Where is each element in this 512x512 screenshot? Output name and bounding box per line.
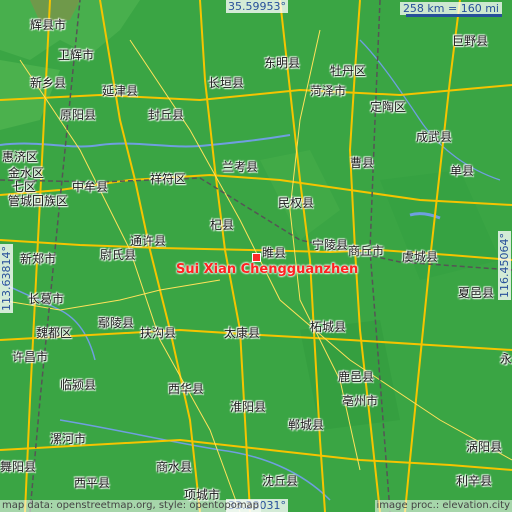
- left-longitude-label: 113.63814°: [0, 244, 13, 313]
- attribution-left: map data: openstreetmap.org, style: open…: [0, 500, 262, 512]
- place-label[interactable]: 管城回族区: [8, 194, 68, 208]
- place-label[interactable]: 西平县: [74, 476, 110, 490]
- place-label[interactable]: 魏都区: [36, 326, 72, 340]
- place-label[interactable]: 太康县: [224, 326, 260, 340]
- place-label[interactable]: 东明县: [264, 56, 300, 70]
- place-label[interactable]: 通许县: [130, 234, 166, 248]
- place-label[interactable]: 漯河市: [50, 432, 86, 446]
- place-label[interactable]: 兰考县: [222, 160, 258, 174]
- place-label[interactable]: 永: [500, 352, 512, 366]
- place-label[interactable]: 牡丹区: [330, 64, 366, 78]
- place-label[interactable]: 商水县: [156, 460, 192, 474]
- location-label[interactable]: Sui Xian Chengguanzhen: [176, 262, 358, 277]
- place-label[interactable]: 涡阳县: [466, 440, 502, 454]
- place-label[interactable]: 定陶区: [370, 100, 406, 114]
- place-label[interactable]: 柘城县: [310, 320, 346, 334]
- place-label[interactable]: 许昌市: [12, 350, 48, 364]
- top-latitude-label: 35.59953°: [226, 0, 288, 13]
- place-label[interactable]: 宁陵县: [312, 238, 348, 252]
- place-label[interactable]: 曹县: [350, 156, 374, 170]
- place-label[interactable]: 祥符区: [150, 172, 186, 186]
- attribution-right: image proc.: elevation.city: [374, 500, 512, 512]
- place-label[interactable]: 杞县: [210, 218, 234, 232]
- place-label[interactable]: 新乡县: [30, 76, 66, 90]
- place-label[interactable]: 商丘市: [348, 244, 384, 258]
- place-label[interactable]: 扶沟县: [140, 326, 176, 340]
- place-label[interactable]: 惠济区: [2, 150, 38, 164]
- place-label[interactable]: 封丘县: [148, 108, 184, 122]
- place-label[interactable]: 巨野县: [452, 34, 488, 48]
- place-label[interactable]: 菏泽市: [310, 84, 346, 98]
- place-label[interactable]: 虞城县: [402, 250, 438, 264]
- place-label[interactable]: 延津县: [102, 84, 138, 98]
- place-label[interactable]: 鄢陵县: [98, 316, 134, 330]
- place-label[interactable]: 睢县: [262, 246, 286, 260]
- place-label[interactable]: 尉氏县: [100, 248, 136, 262]
- place-label[interactable]: 郸城县: [288, 418, 324, 432]
- place-label[interactable]: 民权县: [278, 196, 314, 210]
- place-label[interactable]: 亳州市: [342, 394, 378, 408]
- place-label[interactable]: 金水区: [8, 166, 44, 180]
- right-longitude-label: 116.45064°: [498, 231, 511, 300]
- place-label[interactable]: 舞阳县: [0, 460, 36, 474]
- place-label[interactable]: 长葛市: [28, 292, 64, 306]
- place-label[interactable]: 临颍县: [60, 378, 96, 392]
- place-label[interactable]: 长垣县: [208, 76, 244, 90]
- place-label[interactable]: 七区: [12, 180, 36, 194]
- place-label[interactable]: 新郑市: [20, 252, 56, 266]
- place-label[interactable]: 沈丘县: [262, 474, 298, 488]
- place-label[interactable]: 辉县市: [30, 18, 66, 32]
- place-label[interactable]: 单县: [450, 164, 474, 178]
- place-label[interactable]: 鹿邑县: [338, 370, 374, 384]
- place-label[interactable]: 卫辉市: [58, 48, 94, 62]
- place-label[interactable]: 西华县: [168, 382, 204, 396]
- place-label[interactable]: 利辛县: [456, 474, 492, 488]
- place-label[interactable]: 原阳县: [60, 108, 96, 122]
- scale-bar: [406, 14, 502, 17]
- place-label[interactable]: 夏邑县: [458, 286, 494, 300]
- place-label[interactable]: 中牟县: [72, 180, 108, 194]
- location-marker[interactable]: [252, 253, 261, 262]
- place-label[interactable]: 成武县: [416, 130, 452, 144]
- place-label[interactable]: 淮阳县: [230, 400, 266, 414]
